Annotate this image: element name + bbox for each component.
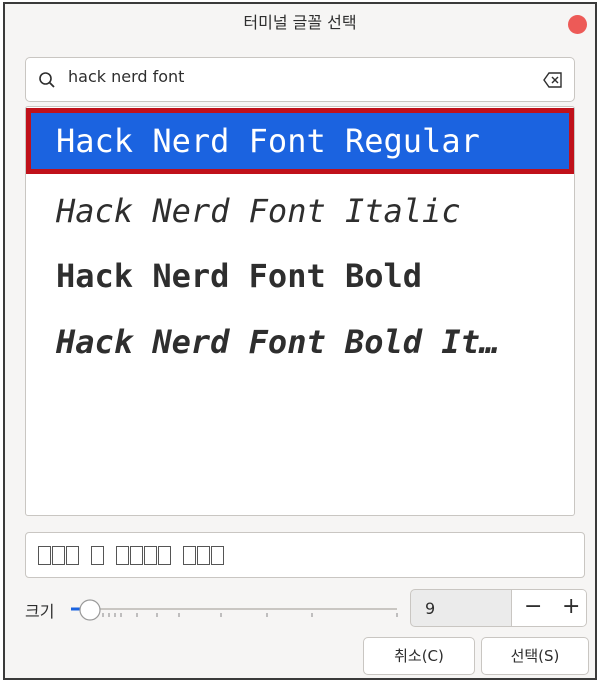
size-label: 크기: [25, 602, 55, 621]
missing-glyph: [158, 546, 171, 565]
decrease-button[interactable]: −: [524, 594, 542, 619]
spin-buttons: − +: [511, 590, 586, 626]
preview-glyphs: [38, 546, 224, 565]
font-item-regular[interactable]: Hack Nerd Font Regular: [26, 108, 574, 174]
slider-handle: [79, 599, 101, 621]
missing-glyph: [66, 546, 79, 565]
missing-glyph: [197, 546, 210, 565]
search-input[interactable]: [66, 66, 510, 87]
font-item-bold[interactable]: Hack Nerd Font Bold: [26, 243, 574, 309]
missing-glyph: [211, 546, 224, 565]
missing-glyph: [38, 546, 51, 565]
font-item-bold-italic[interactable]: Hack Nerd Font Bold It…: [26, 309, 574, 375]
missing-glyph-group: [116, 546, 171, 565]
increase-button[interactable]: +: [562, 594, 580, 619]
select-button[interactable]: 선택(S): [481, 637, 589, 675]
font-item-italic[interactable]: Hack Nerd Font Italic: [26, 178, 574, 244]
missing-glyph: [91, 546, 104, 565]
missing-glyph: [116, 546, 129, 565]
close-button[interactable]: [568, 15, 587, 34]
size-value[interactable]: 9: [425, 599, 435, 618]
size-spinbutton: 9 − +: [410, 589, 587, 627]
missing-glyph-group: [91, 546, 104, 565]
missing-glyph-group: [38, 546, 79, 565]
missing-glyph: [52, 546, 65, 565]
missing-glyph: [183, 546, 196, 565]
size-slider[interactable]: [67, 595, 399, 623]
missing-glyph: [144, 546, 157, 565]
missing-glyph-group: [183, 546, 224, 565]
search-field[interactable]: [25, 57, 575, 102]
clear-search-icon[interactable]: [542, 70, 564, 90]
window-title: 터미널 글꼴 선택: [243, 13, 357, 32]
missing-glyph: [130, 546, 143, 565]
search-icon: [39, 72, 55, 88]
font-list: Hack Nerd Font Regular Hack Nerd Font It…: [25, 106, 575, 516]
font-preview-entry[interactable]: [25, 532, 585, 578]
cancel-button[interactable]: 취소(C): [363, 637, 475, 675]
font-chooser-dialog: 터미널 글꼴 선택 Hack Nerd Font Regular Hack Ne…: [3, 2, 597, 680]
title-bar: 터미널 글꼴 선택: [5, 4, 595, 44]
